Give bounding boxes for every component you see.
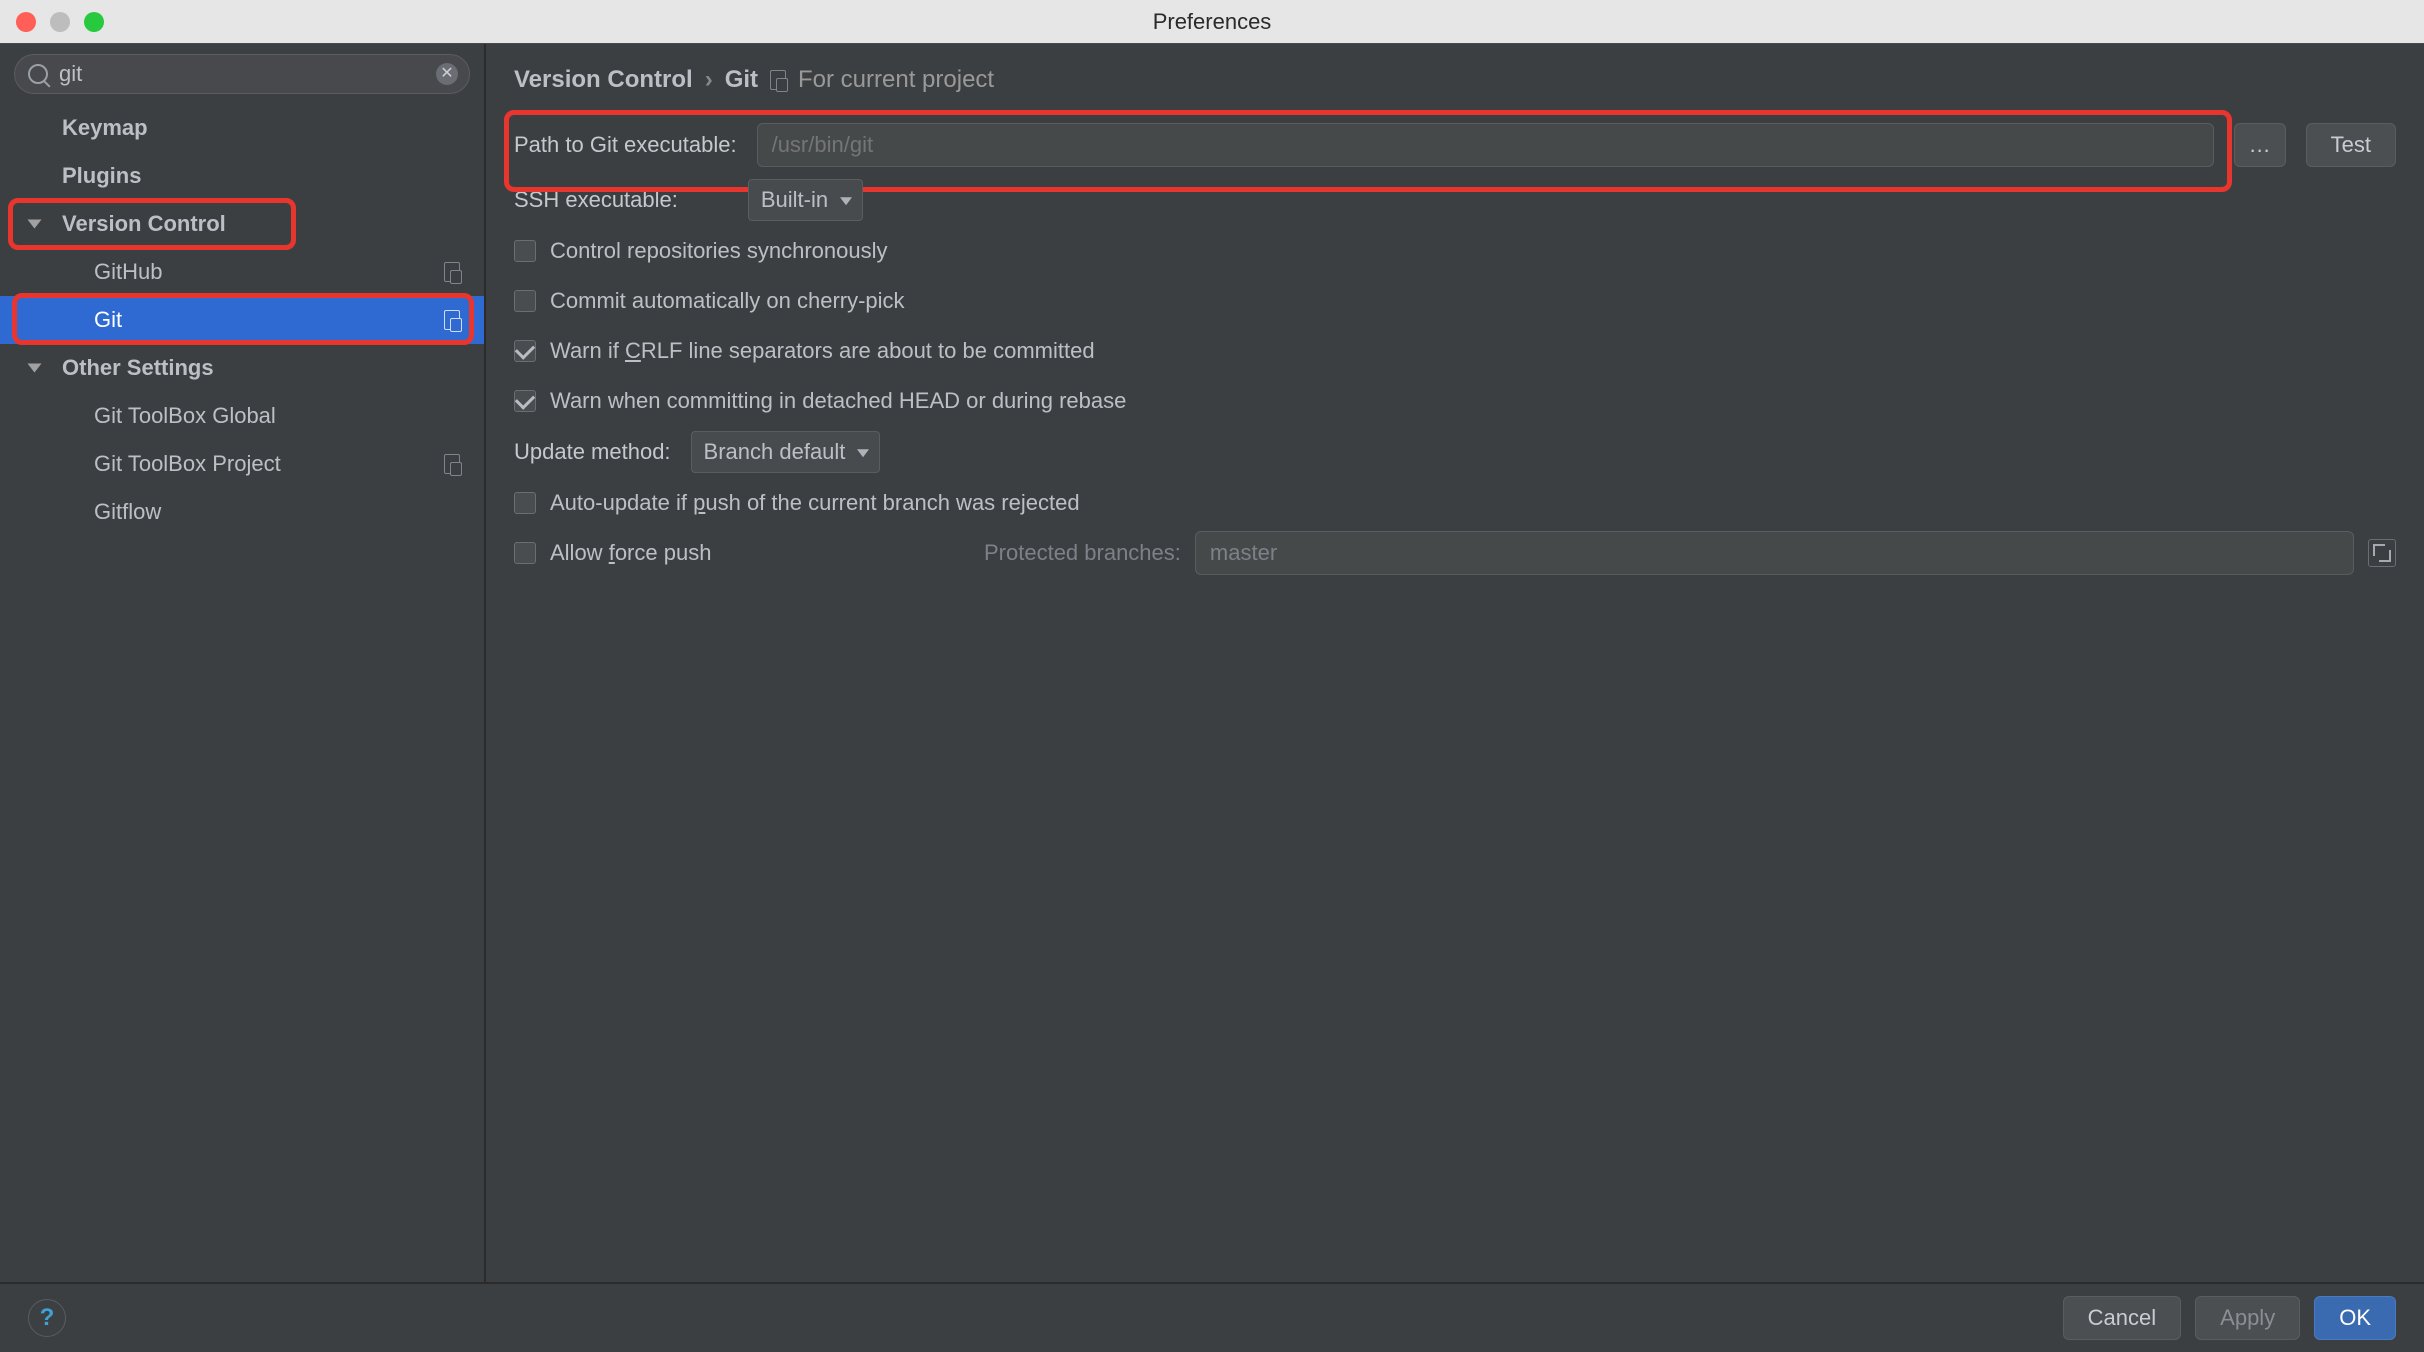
ssh-executable-select[interactable]: Built-in xyxy=(748,179,863,221)
check-label: Warn if CRLF line separators are about t… xyxy=(550,338,1095,364)
ok-button[interactable]: OK xyxy=(2314,1296,2396,1340)
sidebar-item-git-toolbox-project[interactable]: Git ToolBox Project xyxy=(0,440,484,488)
sidebar-item-plugins[interactable]: Plugins xyxy=(0,152,484,200)
test-button[interactable]: Test xyxy=(2306,123,2396,167)
protected-branches-label: Protected branches: xyxy=(984,540,1181,566)
maximize-window-button[interactable] xyxy=(84,12,104,32)
project-scope-icon xyxy=(444,262,460,282)
checkbox-icon xyxy=(514,492,536,514)
sidebar-item-gitflow[interactable]: Gitflow xyxy=(0,488,484,536)
breadcrumb: Version Control › Git For current projec… xyxy=(514,66,2396,94)
sidebar-item-keymap[interactable]: Keymap xyxy=(0,104,484,152)
checkbox-icon xyxy=(514,240,536,262)
breadcrumb-leaf: Git xyxy=(725,66,758,94)
clear-search-icon[interactable]: ✕ xyxy=(436,63,458,85)
search-icon xyxy=(28,64,48,84)
sidebar: ✕ Keymap Plugins Version Control GitHub … xyxy=(0,44,486,1282)
git-path-input[interactable] xyxy=(757,123,2214,167)
settings-tree: Keymap Plugins Version Control GitHub Gi… xyxy=(0,104,484,536)
select-value: Built-in xyxy=(761,187,828,213)
titlebar: Preferences xyxy=(0,0,2424,44)
chevron-right-icon: › xyxy=(705,66,713,94)
close-window-button[interactable] xyxy=(16,12,36,32)
checkbox-icon xyxy=(514,290,536,312)
window-title: Preferences xyxy=(1153,9,1272,35)
tree-label: Git xyxy=(94,307,122,333)
tree-label: Version Control xyxy=(62,211,226,237)
opt-warn-detached-head[interactable]: Warn when committing in detached HEAD or… xyxy=(514,376,2396,426)
sidebar-item-other-settings[interactable]: Other Settings xyxy=(0,344,484,392)
select-value: Branch default xyxy=(704,439,846,465)
tree-label: Gitflow xyxy=(94,499,161,525)
check-label: Control repositories synchronously xyxy=(550,238,888,264)
breadcrumb-root: Version Control xyxy=(514,66,693,94)
git-path-label: Path to Git executable: xyxy=(514,132,737,158)
apply-button[interactable]: Apply xyxy=(2195,1296,2300,1340)
checkbox-icon xyxy=(514,340,536,362)
opt-auto-update-on-reject[interactable]: Auto-update if push of the current branc… xyxy=(514,478,2396,528)
chevron-down-icon xyxy=(28,220,42,229)
expand-icon[interactable] xyxy=(2368,539,2396,567)
minimize-window-button[interactable] xyxy=(50,12,70,32)
tree-label: GitHub xyxy=(94,259,162,285)
update-method-select[interactable]: Branch default xyxy=(691,431,881,473)
sidebar-item-github[interactable]: GitHub xyxy=(0,248,484,296)
check-label: Commit automatically on cherry-pick xyxy=(550,288,905,314)
highlight-git xyxy=(12,293,474,345)
sidebar-item-git-toolbox-global[interactable]: Git ToolBox Global xyxy=(0,392,484,440)
project-scope-icon xyxy=(770,70,786,90)
breadcrumb-hint: For current project xyxy=(798,66,994,94)
opt-sync-repositories[interactable]: Control repositories synchronously xyxy=(514,226,2396,276)
checkbox-icon xyxy=(514,542,536,564)
protected-branches-input[interactable] xyxy=(1195,531,2354,575)
opt-allow-force-push[interactable]: Allow force push Protected branches: xyxy=(514,528,2396,578)
check-label: Allow force push xyxy=(550,540,780,566)
checkbox-icon xyxy=(514,390,536,412)
opt-auto-commit-cherry-pick[interactable]: Commit automatically on cherry-pick xyxy=(514,276,2396,326)
settings-panel: Version Control › Git For current projec… xyxy=(486,44,2424,1282)
opt-warn-crlf[interactable]: Warn if CRLF line separators are about t… xyxy=(514,326,2396,376)
cancel-button[interactable]: Cancel xyxy=(2063,1296,2181,1340)
traffic-lights xyxy=(16,12,104,32)
tree-label: Other Settings xyxy=(62,355,214,381)
tree-label: Git ToolBox Global xyxy=(94,403,276,429)
check-label: Warn when committing in detached HEAD or… xyxy=(550,388,1126,414)
browse-path-button[interactable]: … xyxy=(2234,123,2286,167)
project-scope-icon xyxy=(444,310,460,330)
tree-label: Keymap xyxy=(62,115,148,141)
chevron-down-icon xyxy=(28,364,42,373)
help-button[interactable]: ? xyxy=(28,1299,66,1337)
tree-label: Plugins xyxy=(62,163,141,189)
ssh-label: SSH executable: xyxy=(514,187,678,213)
project-scope-icon xyxy=(444,454,460,474)
search-input[interactable] xyxy=(14,54,470,94)
update-method-label: Update method: xyxy=(514,439,671,465)
dialog-footer: ? Cancel Apply OK xyxy=(0,1282,2424,1352)
check-label: Auto-update if push of the current branc… xyxy=(550,490,1080,516)
sidebar-item-git[interactable]: Git xyxy=(0,296,484,344)
tree-label: Git ToolBox Project xyxy=(94,451,281,477)
sidebar-item-version-control[interactable]: Version Control xyxy=(0,200,484,248)
